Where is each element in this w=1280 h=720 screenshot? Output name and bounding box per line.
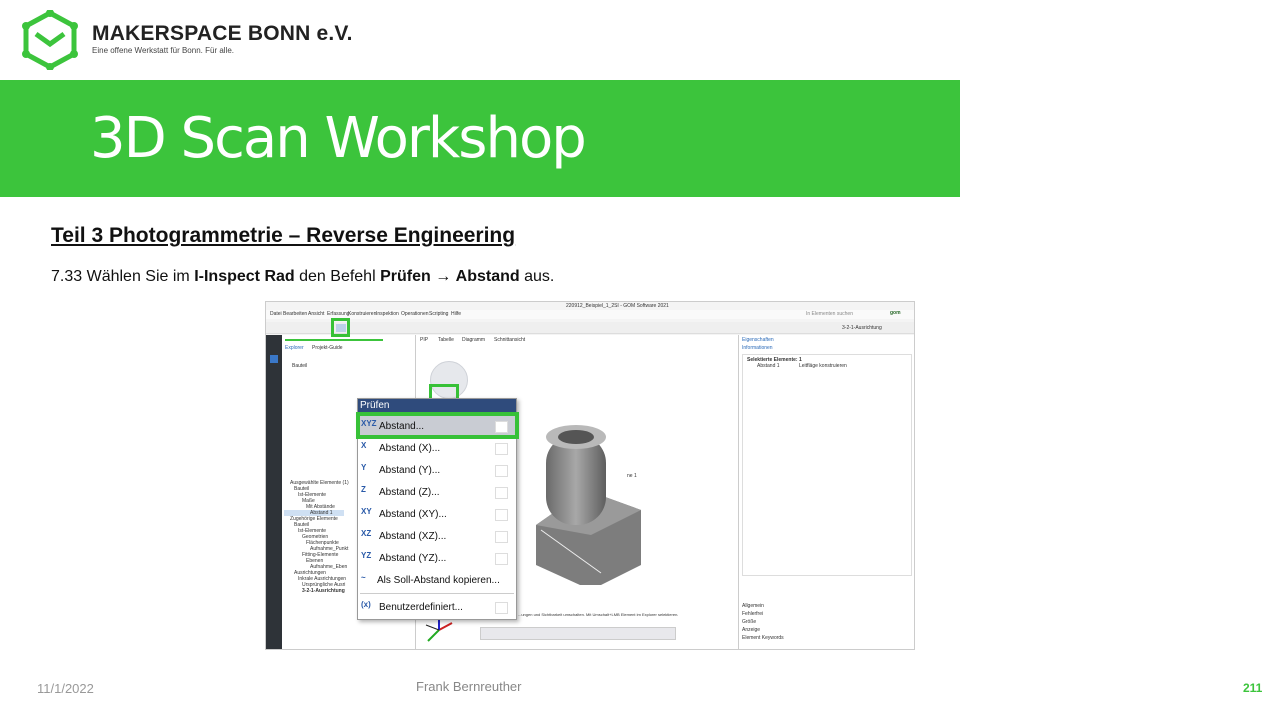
step-wheel: I-Inspect Rad [194,268,295,285]
step-instruction: 7.33 Wählen Sie im I-Inspect Rad den Bef… [51,268,554,286]
copy-nominal-icon: ~ [361,573,366,582]
status-progress-bar [285,339,383,341]
gom-logo-icon: gom [890,310,901,316]
step-command: Prüfen [380,268,431,285]
menu-item-abstand-z[interactable]: Z Abstand (Z)... [358,482,516,504]
menu-bar: Datei Bearbeiten Ansicht Erfassung Konst… [266,310,914,319]
props-row-name: Abstand 1 [757,363,780,369]
pin-checkbox[interactable] [495,487,508,499]
makerspace-logo-icon [22,10,78,70]
tab-projekt-guide[interactable]: Projekt-Guide [312,345,343,351]
prop-fehlerfrei[interactable]: Fehlerfrei [742,611,763,617]
search-sidebar-icon[interactable] [270,355,278,363]
menu-divider [360,593,514,594]
window-title: 220912_Beispiel_1_2SI - GOM Software 202… [566,303,669,309]
prop-allgemein[interactable]: Allgemein [742,603,764,609]
menu-item-bearbeiten[interactable]: Bearbeiten [283,311,307,317]
menu-item-scripting[interactable]: Scripting [429,311,448,317]
prop-element-keywords[interactable]: Element Keywords [742,635,784,641]
tab-pip[interactable]: PIP [420,337,428,343]
pin-checkbox[interactable] [495,553,508,565]
custom-formula-icon: (x) [361,600,371,609]
menu-item-abstand-x[interactable]: X Abstand (X)... [358,438,516,460]
footer-author: Frank Bernreuther [416,679,522,694]
properties-box: Selektierte Elemente: 1 Abstand 1 Leitfl… [742,354,912,576]
view-toolbar[interactable] [480,627,676,640]
step-text-mid: den Befehl [299,268,376,285]
menu-item-konstruieren[interactable]: Konstruieren [348,311,376,317]
step-target: Abstand [455,268,520,285]
pin-checkbox[interactable] [495,443,508,455]
toolbar: 3-2-1-Ausrichtung [266,322,914,334]
menu-header: Prüfen [358,399,516,413]
toolbar-highlight [331,318,350,337]
footer-date: 11/1/2022 [37,681,94,696]
tab-schnittansicht[interactable]: Schnittansicht [494,337,525,343]
prop-groesse[interactable]: Größe [742,619,756,625]
pin-checkbox[interactable] [495,602,508,614]
menu-item-abstand-xz[interactable]: XZ Abstand (XZ)... [358,526,516,548]
menu-item-datei[interactable]: Datei [270,311,282,317]
menu-item-ansicht[interactable]: Ansicht [308,311,324,317]
pin-checkbox[interactable] [495,465,508,477]
distance-xz-icon: XZ [361,529,372,538]
app-sidebar [266,335,282,649]
tree-item-bauteil[interactable]: Bauteil [292,363,307,369]
menu-item-hilfe[interactable]: Hilfe [451,311,461,317]
menu-item-operationen[interactable]: Operationen [401,311,429,317]
menu-item-erfassung[interactable]: Erfassung [327,311,350,317]
props-row-value: Leitfläge konstruieren [799,363,847,369]
pin-checkbox[interactable] [495,509,508,521]
menu-item-abstand-y[interactable]: Y Abstand (Y)... [358,460,516,482]
tab-tabelle[interactable]: Tabelle [438,337,454,343]
prop-anzeige[interactable]: Anzeige [742,627,760,633]
step-text-after: aus. [524,268,555,285]
page-number: 211 [1243,681,1263,695]
org-name: MAKERSPACE BONN e.V. [92,22,353,45]
distance-z-icon: Z [361,485,366,494]
status-hint: ...ungen und Sichtbarkeit umschalten. Mi… [518,612,679,617]
menu-item-soll-abstand-kopieren[interactable]: ~ Als Soll-Abstand kopieren... [358,570,516,592]
distance-x-icon: X [361,441,367,450]
abstand-highlight [356,412,519,439]
alignment-select[interactable]: 3-2-1-Ausrichtung [842,325,882,331]
menu-item-inspektion[interactable]: Inspektion [376,311,399,317]
step-number: 7.33 [51,268,83,285]
arrow-icon: → [435,268,452,285]
menu-item-abstand-xy[interactable]: XY Abstand (XY)... [358,504,516,526]
org-tagline: Eine offene Werkstatt für Bonn. Für alle… [92,46,234,55]
distance-xy-icon: XY [361,507,372,516]
step-text-before: Wählen Sie im [86,268,190,285]
menu-item-benutzerdefiniert[interactable]: (x) Benutzerdefiniert... [358,597,516,619]
pin-checkbox[interactable] [495,531,508,543]
scanned-part-model [536,425,641,585]
tab-explorer[interactable]: Explorer [285,345,304,351]
distance-yz-icon: YZ [361,551,372,560]
tab-informationen[interactable]: Informationen [742,345,773,351]
distance-y-icon: Y [361,463,367,472]
section-heading: Teil 3 Photogrammetrie – Reverse Enginee… [51,224,516,247]
element-search-input[interactable]: In Elementen suchen [806,311,853,317]
tab-eigenschaften[interactable]: Eigenschaften [742,337,774,343]
tab-diagramm[interactable]: Diagramm [462,337,485,343]
menu-item-abstand-yz[interactable]: YZ Abstand (YZ)... [358,548,516,570]
page-title: 3D Scan Workshop [90,106,587,171]
